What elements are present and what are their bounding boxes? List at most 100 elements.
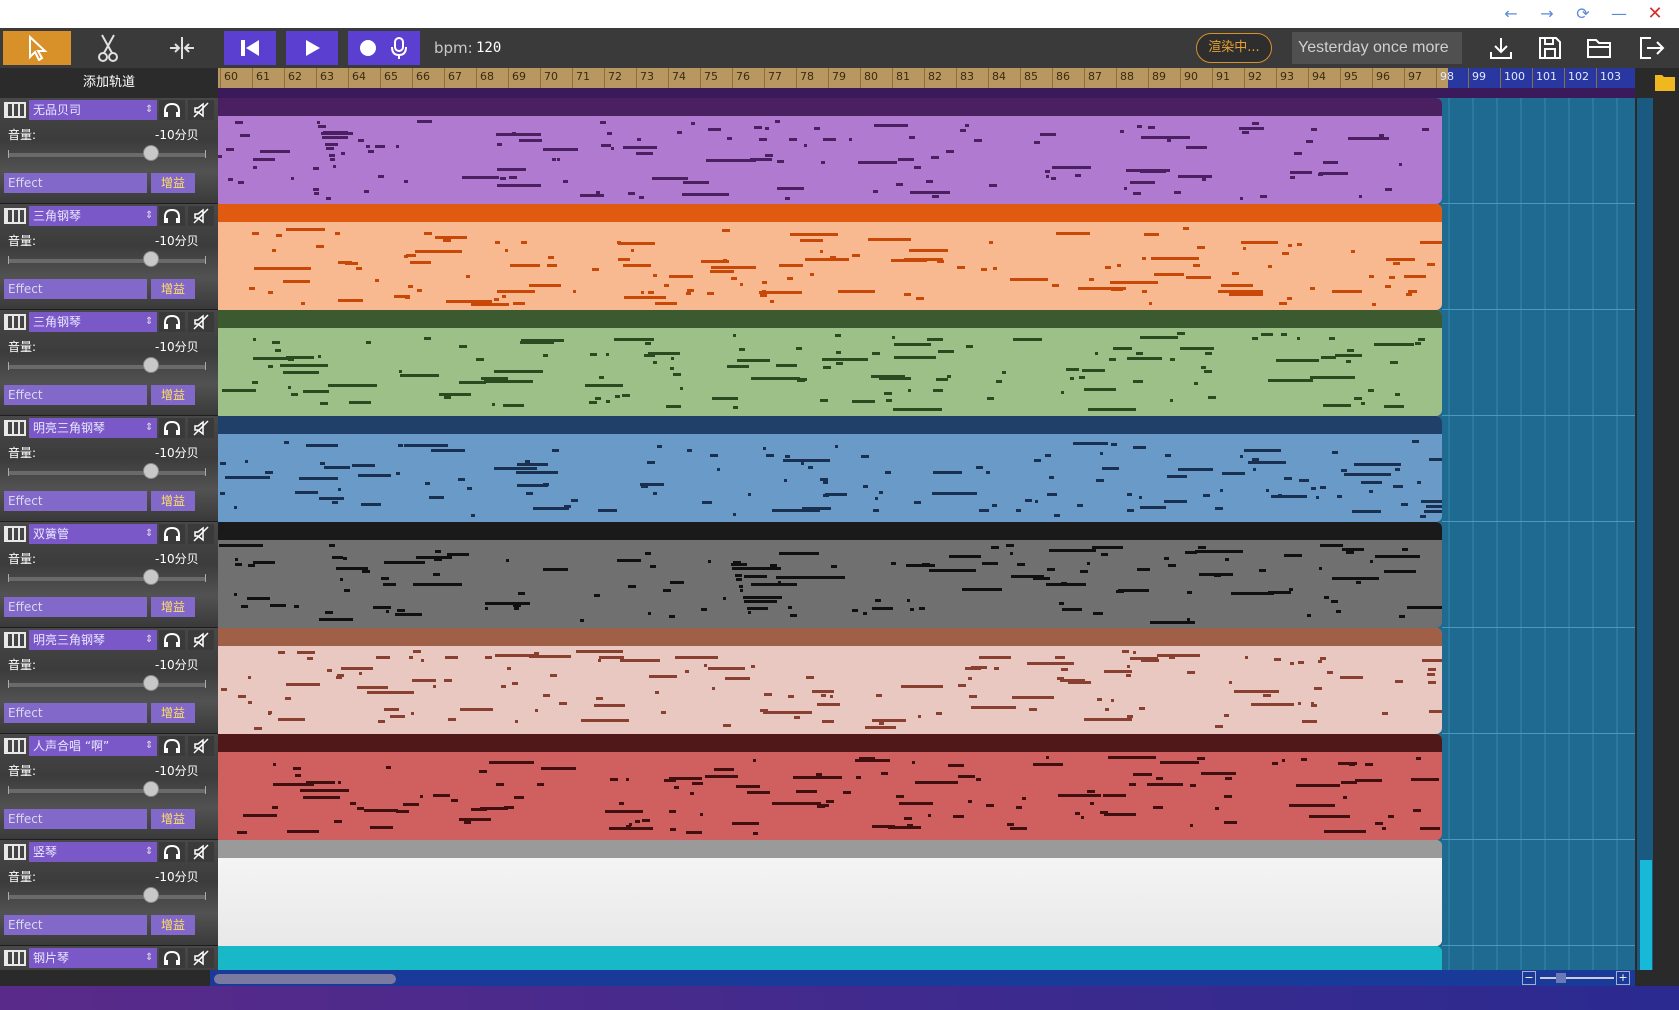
midi-note[interactable] (1081, 816, 1084, 819)
midi-note[interactable] (435, 236, 467, 239)
timeline-ruler[interactable]: 60 61 62 63 64 65 66 67 68 69 70 71 72 73 74 75 76 77 78 79… (218, 68, 1635, 88)
midi-note[interactable] (1144, 233, 1159, 236)
midi-note[interactable] (307, 657, 313, 660)
midi-note[interactable] (1289, 804, 1335, 807)
clip-note-area[interactable] (218, 752, 1442, 840)
midi-note[interactable] (1253, 468, 1256, 471)
cut-tool-button[interactable] (90, 31, 126, 65)
midi-note[interactable] (252, 232, 259, 235)
midi-note[interactable] (708, 560, 711, 563)
midi-note[interactable] (736, 785, 760, 788)
midi-note[interactable] (1266, 489, 1269, 492)
midi-note[interactable] (411, 712, 414, 715)
effect-button[interactable]: Effect (4, 703, 147, 723)
midi-note[interactable] (1311, 128, 1317, 131)
midi-note[interactable] (1346, 551, 1354, 554)
track-instrument-select[interactable]: 明亮三角钢琴 (29, 418, 157, 438)
midi-note[interactable] (1349, 763, 1355, 766)
midi-note[interactable] (1127, 493, 1132, 496)
midi-note[interactable] (753, 759, 756, 762)
midi-note[interactable] (1346, 360, 1351, 363)
midi-note[interactable] (826, 800, 834, 803)
midi-note[interactable] (537, 783, 544, 786)
midi-note[interactable] (592, 268, 599, 271)
solo-button[interactable] (159, 842, 185, 862)
midi-note[interactable] (1263, 694, 1271, 697)
midi-note[interactable] (1288, 244, 1292, 247)
midi-note[interactable] (1382, 712, 1388, 715)
midi-note[interactable] (1316, 496, 1319, 499)
midi-note[interactable] (383, 583, 396, 586)
midi-note[interactable] (691, 122, 695, 125)
midi-note[interactable] (1298, 702, 1301, 705)
midi-note[interactable] (1297, 243, 1302, 246)
midi-note[interactable] (733, 513, 736, 516)
midi-note[interactable] (1248, 461, 1286, 464)
midi-note[interactable] (1178, 468, 1213, 471)
midi-note[interactable] (332, 556, 343, 559)
midi-note[interactable] (386, 766, 391, 769)
midi-note[interactable] (852, 254, 860, 257)
midi-note[interactable] (760, 294, 767, 297)
midi-note[interactable] (1010, 552, 1013, 555)
midi-note[interactable] (786, 576, 792, 579)
dropdown-arrow-icon[interactable]: ⇕ (145, 100, 153, 120)
midi-note[interactable] (644, 354, 655, 357)
midi-note[interactable] (413, 650, 421, 653)
midi-note[interactable] (1011, 575, 1044, 578)
volume-slider-knob[interactable] (143, 781, 159, 797)
track-instrument-select[interactable]: 人声合唱 “啊” (29, 736, 157, 756)
midi-note[interactable] (1375, 555, 1420, 558)
midi-note[interactable] (533, 507, 569, 510)
midi-note[interactable] (928, 814, 931, 817)
midi-note[interactable] (1340, 676, 1363, 679)
midi-note[interactable] (1204, 370, 1212, 373)
midi-note[interactable] (410, 261, 431, 264)
mute-button[interactable] (188, 736, 214, 756)
midi-note[interactable] (1298, 661, 1304, 664)
midi-note[interactable] (1399, 163, 1402, 166)
midi-note[interactable] (325, 143, 338, 146)
midi-note[interactable] (1290, 662, 1294, 665)
clip-note-area[interactable] (218, 858, 1442, 946)
midi-note[interactable] (740, 589, 743, 592)
midi-note[interactable] (295, 774, 301, 777)
midi-note[interactable] (777, 187, 804, 190)
midi-note[interactable] (1084, 388, 1116, 391)
midi-note[interactable] (708, 128, 721, 131)
midi-clip[interactable] (218, 98, 1442, 204)
midi-note[interactable] (497, 168, 526, 171)
midi-note[interactable] (1149, 302, 1152, 305)
midi-note[interactable] (375, 279, 379, 282)
midi-note[interactable] (620, 659, 660, 662)
midi-note[interactable] (1399, 615, 1405, 618)
midi-note[interactable] (313, 167, 319, 170)
midi-note[interactable] (444, 396, 451, 399)
midi-note[interactable] (785, 197, 790, 200)
midi-note[interactable] (817, 703, 840, 706)
midi-note[interactable] (1428, 681, 1436, 684)
track-header[interactable]: 无品贝司 ⇕ 音量: -10分贝 Effect 增益 (0, 98, 218, 204)
midi-note[interactable] (1194, 382, 1198, 385)
dropdown-arrow-icon[interactable]: ⇕ (145, 524, 153, 544)
midi-note[interactable] (700, 813, 703, 816)
effect-button[interactable]: Effect (4, 597, 147, 617)
midi-note[interactable] (896, 183, 903, 186)
midi-note[interactable] (763, 447, 766, 450)
midi-note[interactable] (357, 686, 388, 689)
midi-note[interactable] (1245, 656, 1248, 659)
midi-note[interactable] (1241, 241, 1278, 244)
volume-slider-knob[interactable] (143, 887, 159, 903)
midi-note[interactable] (1148, 126, 1155, 129)
midi-note[interactable] (1261, 333, 1273, 336)
midi-note[interactable] (904, 293, 911, 296)
midi-note[interactable] (543, 148, 578, 151)
midi-note[interactable] (220, 492, 225, 495)
midi-note[interactable] (982, 562, 998, 565)
midi-note[interactable] (1393, 485, 1403, 488)
midi-note[interactable] (1302, 720, 1317, 723)
midi-note[interactable] (515, 720, 518, 723)
midi-note[interactable] (991, 546, 999, 549)
midi-note[interactable] (708, 159, 756, 162)
rewind-button[interactable] (224, 31, 276, 65)
